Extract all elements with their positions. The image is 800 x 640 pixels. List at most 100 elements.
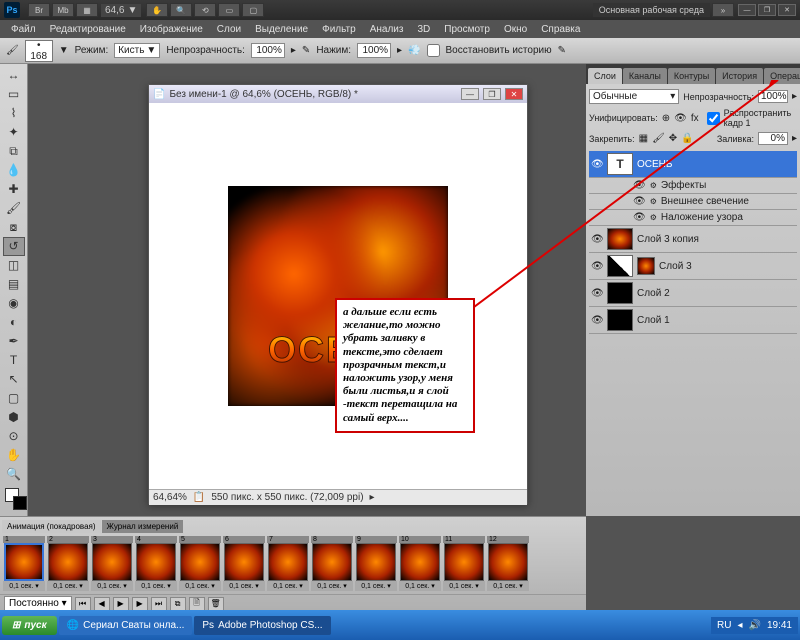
- path-tool[interactable]: ↖: [3, 370, 25, 389]
- shape-tool[interactable]: ▢: [3, 389, 25, 408]
- gradient-tool[interactable]: ▤: [3, 275, 25, 294]
- color-swatches[interactable]: [2, 488, 25, 514]
- frame[interactable]: 60,1 сек. ▾: [223, 536, 265, 591]
- layer-item[interactable]: 👁Слой 3 копия: [589, 226, 797, 253]
- stamp-tool[interactable]: ⧇: [3, 218, 25, 237]
- workspace-switcher[interactable]: Основная рабочая среда: [593, 3, 710, 17]
- wand-tool[interactable]: ✦: [3, 123, 25, 142]
- eyedropper-tool[interactable]: 💧: [3, 161, 25, 180]
- prev-frame-button[interactable]: ◀: [94, 597, 110, 611]
- workspace-more-icon[interactable]: »: [712, 3, 734, 17]
- layer-fx[interactable]: 👁 ⚙ Внешнее свечение: [589, 194, 797, 210]
- background-color[interactable]: [13, 496, 27, 510]
- screen-mode-icon[interactable]: ▢: [242, 3, 264, 17]
- system-tray[interactable]: RU ◂ 🔊 19:41: [711, 617, 798, 634]
- frame[interactable]: 80,1 сек. ▾: [311, 536, 353, 591]
- frame[interactable]: 50,1 сек. ▾: [179, 536, 221, 591]
- first-frame-button[interactable]: ⏮: [75, 597, 91, 611]
- volume-icon[interactable]: 🔊: [749, 620, 761, 631]
- visibility-icon[interactable]: 👁: [591, 234, 603, 245]
- menu-window[interactable]: Окно: [497, 22, 534, 37]
- start-button[interactable]: ⊞пуск: [2, 616, 57, 635]
- doc-minimize-button[interactable]: —: [461, 88, 479, 100]
- view-extras-icon[interactable]: ▦: [76, 3, 98, 17]
- menu-filter[interactable]: Фильтр: [315, 22, 363, 37]
- menu-view[interactable]: Просмотр: [437, 22, 497, 37]
- lasso-tool[interactable]: ⌇: [3, 104, 25, 123]
- menu-analysis[interactable]: Анализ: [363, 22, 411, 37]
- tablet-opacity-icon[interactable]: ✎: [302, 45, 310, 56]
- arrange-icon[interactable]: ▭: [218, 3, 240, 17]
- tween-button[interactable]: ⧉: [170, 597, 186, 611]
- menu-layer[interactable]: Слои: [210, 22, 248, 37]
- menu-file[interactable]: Файл: [4, 22, 43, 37]
- doc-close-button[interactable]: ✕: [505, 88, 523, 100]
- mini-bridge-icon[interactable]: Mb: [52, 3, 74, 17]
- doc-zoom[interactable]: 64,64%: [153, 492, 187, 503]
- brush-preview[interactable]: •168: [25, 40, 53, 62]
- lock-all-icon[interactable]: 🔒: [681, 133, 693, 144]
- zoom-tool[interactable]: 🔍: [3, 465, 25, 484]
- unify-pos-icon[interactable]: ⊕: [662, 113, 670, 124]
- tool-preset-icon[interactable]: 🖌: [6, 45, 19, 56]
- history-brush-tool[interactable]: ↺: [3, 237, 25, 256]
- tray-icon[interactable]: ◂: [737, 620, 742, 631]
- blur-tool[interactable]: ◉: [3, 294, 25, 313]
- tab-actions[interactable]: Операции: [764, 68, 800, 84]
- layer-fx[interactable]: 👁 ⚙ Эффекты: [589, 178, 797, 194]
- maximize-button[interactable]: ❐: [758, 4, 776, 16]
- hand-tool[interactable]: ✋: [3, 446, 25, 465]
- zoom-dropdown[interactable]: 64,6▼: [101, 4, 141, 17]
- hand-icon[interactable]: ✋: [146, 3, 168, 17]
- lock-paint-icon[interactable]: 🖌: [652, 133, 665, 144]
- blend-mode[interactable]: Обычные▾: [589, 89, 679, 104]
- visibility-icon[interactable]: 👁: [591, 159, 603, 170]
- 3d-camera-tool[interactable]: ⊙: [3, 427, 25, 446]
- layer-fx[interactable]: 👁 ⚙ Наложение узора: [589, 210, 797, 226]
- propagate-checkbox[interactable]: [707, 112, 720, 125]
- opacity-input[interactable]: 100%: [251, 43, 285, 58]
- lock-trans-icon[interactable]: ▦: [639, 133, 648, 144]
- minimize-button[interactable]: —: [738, 4, 756, 16]
- tab-animation[interactable]: Анимация (покадровая): [2, 520, 101, 533]
- dodge-tool[interactable]: ◐: [3, 313, 25, 332]
- unify-style-icon[interactable]: fx: [691, 113, 699, 124]
- menu-edit[interactable]: Редактирование: [43, 22, 133, 37]
- lang-indicator[interactable]: RU: [717, 620, 731, 631]
- type-tool[interactable]: T: [3, 351, 25, 370]
- restore-history-checkbox[interactable]: [427, 44, 440, 57]
- delete-frame-button[interactable]: 🗑: [208, 597, 224, 611]
- layer-item[interactable]: 👁TОСЕНЬ: [589, 151, 797, 178]
- frame[interactable]: 10,1 сек. ▾: [3, 536, 45, 591]
- frame[interactable]: 110,1 сек. ▾: [443, 536, 485, 591]
- layer-opacity[interactable]: 100%: [758, 90, 788, 103]
- frame[interactable]: 100,1 сек. ▾: [399, 536, 441, 591]
- crop-tool[interactable]: ⧉: [3, 142, 25, 161]
- flow-input[interactable]: 100%: [357, 43, 391, 58]
- tab-layers[interactable]: Слои: [588, 68, 622, 84]
- frame[interactable]: 70,1 сек. ▾: [267, 536, 309, 591]
- airbrush-icon[interactable]: 💨: [408, 45, 420, 56]
- menu-3d[interactable]: 3D: [410, 22, 437, 37]
- last-frame-button[interactable]: ⏭: [151, 597, 167, 611]
- frame[interactable]: 20,1 сек. ▾: [47, 536, 89, 591]
- tab-measure[interactable]: Журнал измерений: [102, 520, 184, 533]
- rotate-icon[interactable]: ⟲: [194, 3, 216, 17]
- visibility-icon[interactable]: 👁: [591, 315, 603, 326]
- healing-tool[interactable]: ✚: [3, 180, 25, 199]
- 3d-tool[interactable]: ⬢: [3, 408, 25, 427]
- menu-select[interactable]: Выделение: [248, 22, 315, 37]
- fill-input[interactable]: 0%: [758, 132, 788, 145]
- brush-tool[interactable]: 🖌: [3, 199, 25, 218]
- clock[interactable]: 19:41: [767, 620, 792, 631]
- tab-channels[interactable]: Каналы: [623, 68, 667, 84]
- doc-titlebar[interactable]: 📄 Без имени-1 @ 64,6% (ОСЕНЬ, RGB/8) * —…: [149, 85, 527, 103]
- tab-history[interactable]: История: [716, 68, 763, 84]
- marquee-tool[interactable]: ▭: [3, 85, 25, 104]
- tab-paths[interactable]: Контуры: [668, 68, 715, 84]
- doc-maximize-button[interactable]: ❐: [483, 88, 501, 100]
- new-frame-button[interactable]: 🗎: [189, 597, 205, 611]
- unify-vis-icon[interactable]: 👁: [674, 113, 687, 124]
- menu-help[interactable]: Справка: [534, 22, 587, 37]
- close-button[interactable]: ✕: [778, 4, 796, 16]
